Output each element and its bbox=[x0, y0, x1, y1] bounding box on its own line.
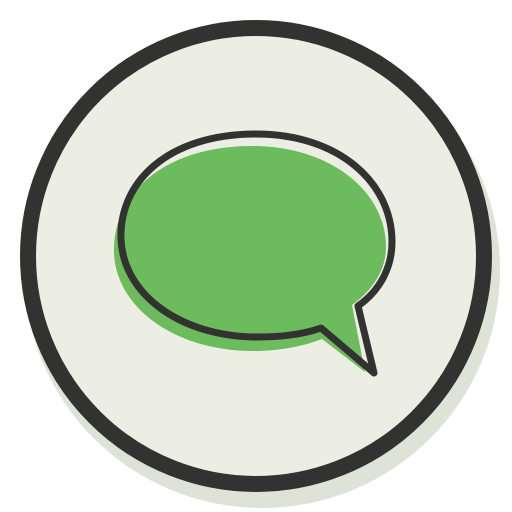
app-icon bbox=[0, 0, 512, 512]
speech-bubble-badge-icon bbox=[20, 20, 500, 508]
